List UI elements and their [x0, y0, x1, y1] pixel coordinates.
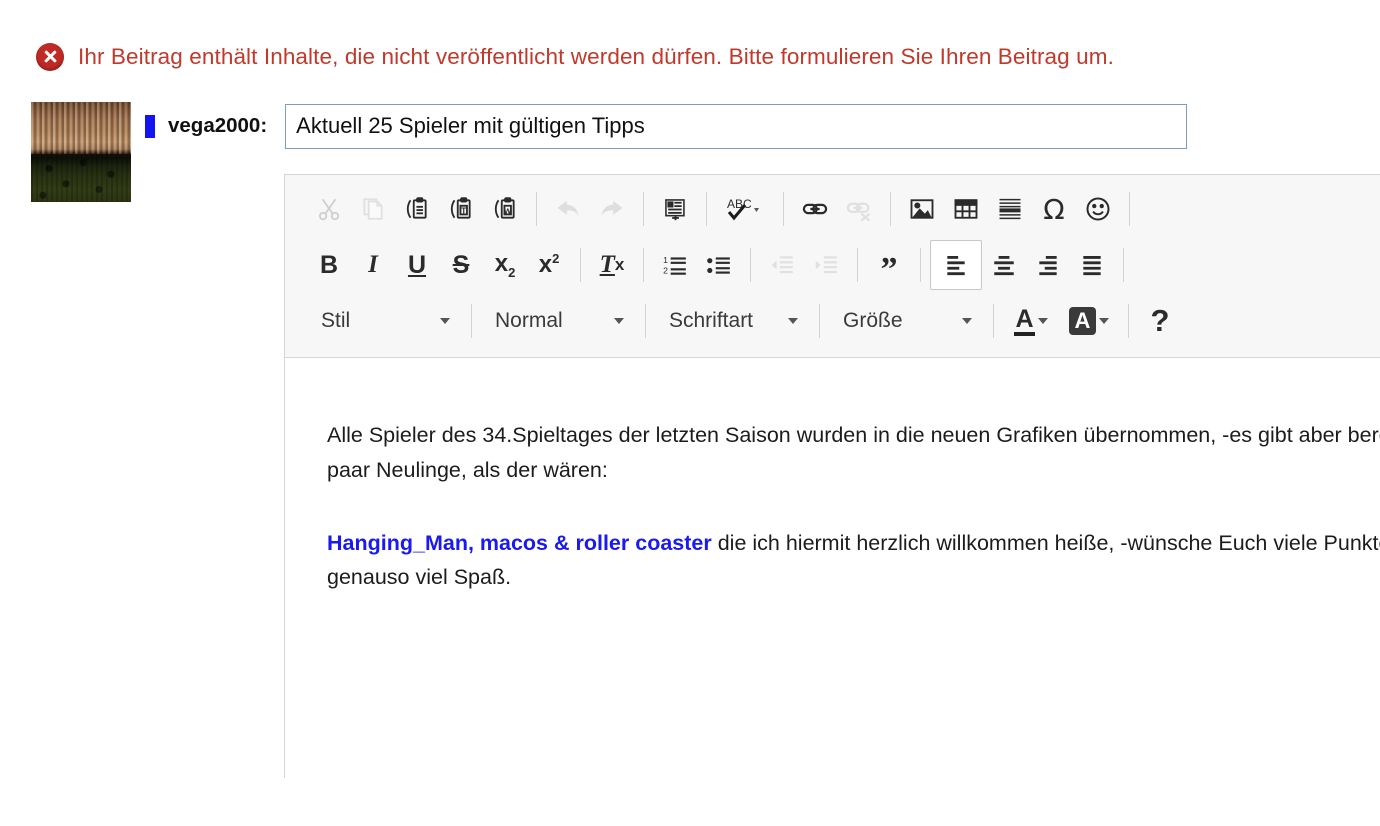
templates-icon[interactable]: [653, 189, 697, 229]
align-justify-icon[interactable]: [1070, 245, 1114, 285]
svg-text:W: W: [504, 206, 512, 215]
post-composer: vega2000: Aktuell 25 Spieler mit gültige…: [0, 76, 1380, 778]
chevron-down-icon: [962, 318, 972, 324]
content-highlight: Hanging_Man, macos & roller coaster: [327, 530, 712, 555]
format-dropdown[interactable]: Normal: [481, 301, 636, 341]
smiley-icon[interactable]: [1076, 189, 1120, 229]
italic-icon[interactable]: I: [351, 245, 395, 285]
svg-text:1: 1: [663, 255, 668, 265]
style-dropdown[interactable]: Stil: [307, 301, 462, 341]
font-dropdown-label: Schriftart: [669, 309, 754, 332]
toolbar-separator: [857, 248, 858, 282]
align-right-icon[interactable]: [1026, 245, 1070, 285]
chevron-down-icon: [1037, 318, 1048, 324]
toolbar-separator: [920, 248, 921, 282]
horizontal-rule-icon[interactable]: [988, 189, 1032, 229]
chevron-down-icon: [440, 318, 450, 324]
toolbar-row-2: B I U S x2 x2 Tx 1 2 ”: [285, 237, 1380, 293]
blockquote-icon[interactable]: ”: [867, 245, 911, 287]
toolbar-separator: [1128, 304, 1129, 338]
image-icon[interactable]: [900, 189, 944, 229]
toolbar-separator: [890, 192, 891, 226]
numbered-list-icon[interactable]: 1 2: [653, 245, 697, 285]
table-icon[interactable]: [944, 189, 988, 229]
bold-icon[interactable]: B: [307, 245, 351, 285]
align-center-icon[interactable]: [982, 245, 1026, 285]
help-label: ?: [1150, 303, 1170, 338]
author-username: vega2000:: [168, 114, 268, 137]
text-color-letter: A: [1014, 306, 1035, 337]
paste-as-text-icon[interactable]: T: [439, 189, 483, 229]
size-dropdown-label: Größe: [843, 309, 903, 332]
toolbar-separator: [536, 192, 537, 226]
special-character-omega-icon[interactable]: Ω: [1032, 189, 1076, 229]
toolbar-separator: [645, 304, 646, 338]
avatar-container: [0, 102, 131, 202]
content-paragraph-1: Alle Spieler des 34.Spieltages der letzt…: [327, 423, 1380, 482]
increase-indent-icon[interactable]: [804, 245, 848, 285]
link-icon[interactable]: [793, 189, 837, 229]
strikethrough-icon[interactable]: S: [439, 245, 483, 285]
background-color-icon[interactable]: A: [1059, 301, 1119, 341]
cut-icon[interactable]: [307, 189, 351, 229]
toolbar-separator: [750, 248, 751, 282]
chevron-down-icon: [1099, 317, 1110, 324]
error-circle-x-icon: [36, 43, 64, 71]
redo-icon[interactable]: [590, 189, 634, 229]
toolbar-separator: [819, 304, 820, 338]
toolbar-separator: [580, 248, 581, 282]
text-color-icon[interactable]: A: [1003, 301, 1059, 341]
chevron-down-icon: [614, 318, 624, 324]
chevron-down-icon: [788, 318, 798, 324]
error-notification: Ihr Beitrag enthält Inhalte, die nicht v…: [0, 0, 1380, 76]
toolbar-separator: [783, 192, 784, 226]
bulleted-list-icon[interactable]: [697, 245, 741, 285]
author-line: vega2000:: [131, 102, 1380, 150]
editor-toolbar: T W ABC Ω B I U S x2 x2 T x 1 2 ” Stil N…: [285, 175, 1380, 358]
paste-from-word-icon[interactable]: W: [483, 189, 527, 229]
align-left-icon[interactable]: [930, 240, 982, 290]
remove-format-icon[interactable]: Tx: [590, 245, 634, 285]
copy-icon[interactable]: [351, 189, 395, 229]
undo-icon[interactable]: [546, 189, 590, 229]
svg-text:2: 2: [663, 266, 668, 276]
help-icon[interactable]: ?: [1138, 301, 1182, 341]
background-color-letter: A: [1068, 307, 1097, 335]
toolbar-separator: [1123, 248, 1124, 282]
error-message: Ihr Beitrag enthält Inhalte, die nicht v…: [78, 44, 1114, 69]
superscript-icon[interactable]: x2: [527, 245, 571, 285]
blue-marker-icon: [145, 114, 155, 138]
editor-content-area[interactable]: Alle Spieler des 34.Spieltages der letzt…: [285, 358, 1380, 778]
toolbar-separator: [1129, 192, 1130, 226]
toolbar-row-3: Stil Normal Schriftart Größe A A ?: [285, 293, 1380, 349]
paste-icon[interactable]: [395, 189, 439, 229]
svg-text:T: T: [461, 206, 466, 215]
composer-body: vega2000: Aktuell 25 Spieler mit gültige…: [131, 102, 1380, 778]
font-dropdown[interactable]: Schriftart: [655, 301, 810, 341]
toolbar-separator: [643, 248, 644, 282]
underline-icon[interactable]: U: [395, 245, 439, 285]
rich-text-editor: T W ABC Ω B I U S x2 x2 T x 1 2 ” Stil N…: [284, 174, 1380, 778]
toolbar-separator: [643, 192, 644, 226]
spellcheck-abc-icon[interactable]: ABC: [716, 189, 774, 229]
svg-text:ABC: ABC: [727, 197, 752, 211]
style-dropdown-label: Stil: [321, 309, 351, 332]
size-dropdown[interactable]: Größe: [829, 301, 984, 341]
toolbar-row-1: T W ABC Ω: [285, 181, 1380, 237]
subject-input[interactable]: [285, 103, 1188, 149]
unlink-icon[interactable]: [837, 189, 881, 229]
toolbar-separator: [471, 304, 472, 338]
avatar: [31, 102, 131, 202]
toolbar-separator: [993, 304, 994, 338]
content-paragraph-2: Hanging_Man, macos & roller coaster die …: [327, 526, 1380, 596]
decrease-indent-icon[interactable]: [760, 245, 804, 285]
format-dropdown-label: Normal: [495, 309, 563, 332]
subscript-icon[interactable]: x2: [483, 245, 527, 285]
toolbar-separator: [706, 192, 707, 226]
